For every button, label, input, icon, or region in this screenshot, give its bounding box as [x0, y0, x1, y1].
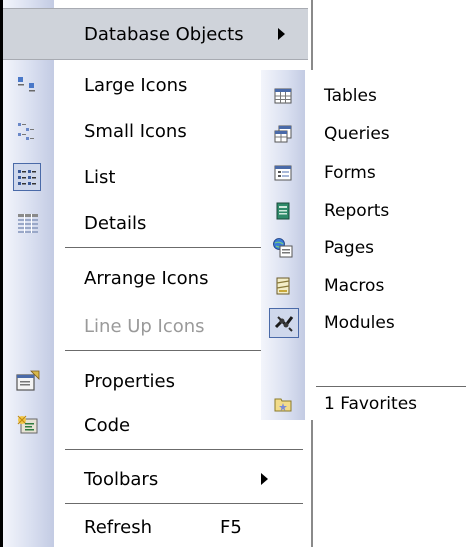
submenu-item-reports[interactable]: Reports [261, 193, 469, 229]
list-view-icon [13, 163, 41, 191]
menu-item-toolbars[interactable]: Toolbars [3, 456, 308, 502]
submenu-item-label: Tables [324, 86, 377, 106]
menu-item-database-objects[interactable]: Database Objects [3, 11, 308, 57]
large-icons-icon [15, 72, 41, 98]
submenu-item-queries[interactable]: Queries [261, 116, 469, 152]
submenu-item-label: Modules [324, 313, 395, 333]
menu-separator [65, 449, 303, 450]
submenu-item-label: Pages [324, 238, 375, 258]
submenu-item-label: Macros [324, 276, 385, 296]
submenu-item-tables[interactable]: Tables [261, 78, 469, 114]
properties-icon [15, 368, 41, 394]
submenu-item-forms[interactable]: Forms [261, 155, 469, 191]
menu-item-label: Details [84, 212, 147, 234]
submenu-item-label: Reports [324, 201, 390, 221]
submenu-item-pages[interactable]: Pages [261, 230, 469, 266]
menu-item-refresh[interactable]: Refresh F5 [3, 504, 308, 550]
submenu-arrow-icon [261, 473, 268, 485]
menu-item-label: Large Icons [84, 74, 188, 96]
table-icon [272, 85, 294, 107]
menu-item-shortcut: F5 [220, 516, 242, 538]
macro-icon [272, 275, 294, 297]
menu-item-label: Toolbars [84, 468, 159, 490]
menu-item-label: Arrange Icons [84, 267, 209, 289]
menu-item-label: Refresh [84, 516, 152, 538]
database-objects-submenu: Tables Queries Forms Reports Pages Macro… [261, 70, 469, 420]
favorites-icon [272, 393, 294, 415]
submenu-arrow-icon [278, 28, 285, 40]
submenu-item-macros[interactable]: Macros [261, 268, 469, 304]
submenu-item-modules[interactable]: Modules [261, 305, 469, 341]
menu-item-label: List [84, 166, 116, 188]
report-icon [272, 200, 294, 222]
menu-item-label: Small Icons [84, 120, 187, 142]
menu-item-label: Database Objects [84, 23, 244, 45]
submenu-item-label: 1 Favorites [324, 394, 418, 414]
submenu-item-label: Forms [324, 163, 376, 183]
submenu-item-label: Queries [324, 124, 390, 144]
page-icon [272, 237, 294, 259]
menu-item-label: Line Up Icons [84, 315, 205, 337]
form-icon [272, 162, 294, 184]
small-icons-icon [15, 118, 41, 144]
submenu-separator [316, 386, 466, 387]
menu-item-label: Code [84, 414, 131, 436]
submenu-item-favorites[interactable]: 1 Favorites [261, 391, 469, 417]
details-view-icon [15, 210, 41, 236]
query-icon [272, 123, 294, 145]
menu-item-label: Properties [84, 370, 175, 392]
module-icon [269, 308, 299, 338]
code-icon [15, 412, 41, 438]
